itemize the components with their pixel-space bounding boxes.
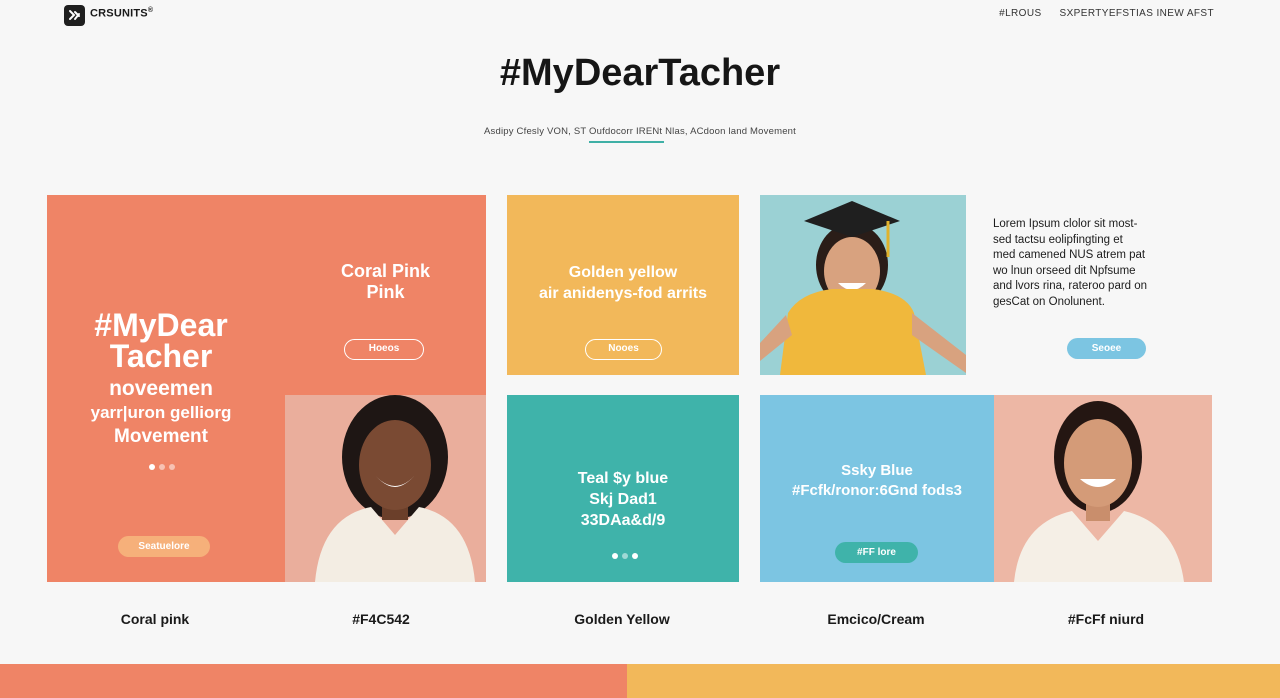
lorem-line: sed tactsu eolipfingting et: [993, 233, 1123, 246]
swatch-label-hex-2: #FcFf niurd: [1067, 611, 1145, 627]
hero-subtitle: Asdipy Cfesly VON, ST Oufdocorr IRENt Nl…: [484, 126, 796, 137]
swatch-label-golden: Golden Yellow: [574, 611, 670, 627]
coral-card-title-line2: Pink: [366, 282, 405, 302]
carousel-dot[interactable]: [169, 464, 175, 470]
lorem-line: med camened NUS atrem pat: [993, 249, 1146, 261]
coral-heading-line2: Tacher: [109, 338, 213, 374]
carousel-dot[interactable]: [612, 553, 618, 559]
carousel-dot[interactable]: [622, 553, 628, 559]
teal-line-2: Skj Dad1: [589, 491, 657, 508]
coral-heading: #MyDear Tacher: [47, 307, 275, 374]
swatch-label-coral: Coral pink: [120, 611, 190, 627]
sky-line-2: #Fcfk/ronor:6Gnd fods3: [791, 482, 963, 499]
logo-mark-icon: [64, 5, 85, 26]
golden-panel-text: Golden yellow air anidenys-fod arrits: [507, 262, 739, 304]
golden-subtitle: air anidenys-fod arrits: [538, 285, 708, 302]
carousel-dot[interactable]: [632, 553, 638, 559]
page-title: #MyDearTacher: [499, 52, 781, 94]
teal-line-1: Teal $y blue: [577, 470, 669, 487]
coral-line-1: noveemen: [109, 377, 213, 400]
lorem-line: Lorem Ipsum clolor sit most-: [993, 218, 1138, 230]
golden-title: Golden yellow: [568, 264, 678, 281]
nav-link-expert[interactable]: SXPERTYEFSTIAS INEW AFST: [1060, 8, 1214, 19]
top-bar: CRSUNITS® #LROUS SXPERTYEFSTIAS INEW AFS…: [0, 0, 1280, 30]
sky-panel-text: Ssky Blue #Fcfk/ronor:6Gnd fods3: [760, 461, 994, 501]
sky-button[interactable]: #FF lore: [835, 542, 918, 563]
coral-line-2: yarr|uron gelliorg: [90, 403, 232, 422]
swatch-label-hex: #F4C542: [352, 611, 410, 627]
lorem-text: Lorem Ipsum clolor sit most- sed tactsu …: [993, 217, 1183, 310]
coral-card-title-line1: Coral Pink: [340, 261, 431, 281]
lorem-line: and lvors rina, rateroo pard on: [993, 280, 1148, 292]
bottom-strip-golden: [627, 664, 1280, 698]
nav-link-rous[interactable]: #LROUS: [999, 8, 1041, 19]
coral-cta-button[interactable]: Seatuelore: [118, 536, 210, 557]
nav: #LROUS SXPERTYEFSTIAS INEW AFST: [999, 8, 1214, 19]
coral-carousel-dots: [149, 464, 175, 470]
smiling-woman-photo: [285, 395, 486, 582]
carousel-dot[interactable]: [149, 464, 155, 470]
graduate-photo: [760, 195, 966, 375]
coral-heading-line1: #MyDear: [94, 307, 228, 343]
hero-underline: [589, 141, 664, 143]
lorem-line: gesCat on Onolunent.: [993, 295, 1105, 308]
lorem-line: wo lnun orseed dit Npfsume: [993, 264, 1136, 277]
sky-line-1: Ssky Blue: [841, 462, 913, 479]
coral-line-3: Movement: [114, 426, 208, 447]
coral-card-button[interactable]: Hoeos: [344, 339, 424, 360]
teal-line-3: 33DAa&d/9: [580, 512, 666, 529]
carousel-dot[interactable]: [159, 464, 165, 470]
logo-text: CRSUNITS®: [90, 7, 154, 20]
portrait-woman-photo: [994, 395, 1212, 582]
logo[interactable]: CRSUNITS®: [64, 5, 153, 26]
teal-panel-text: Teal $y blue Skj Dad1 33DAa&d/9: [507, 468, 739, 531]
golden-button[interactable]: Nooes: [585, 339, 662, 360]
coral-card-title: Coral Pink Pink: [285, 261, 486, 303]
info-button[interactable]: Seoee: [1067, 338, 1146, 359]
swatch-label-cream: Emcico/Cream: [827, 611, 925, 627]
teal-carousel-dots: [612, 553, 638, 559]
bottom-strip-coral: [0, 664, 627, 698]
